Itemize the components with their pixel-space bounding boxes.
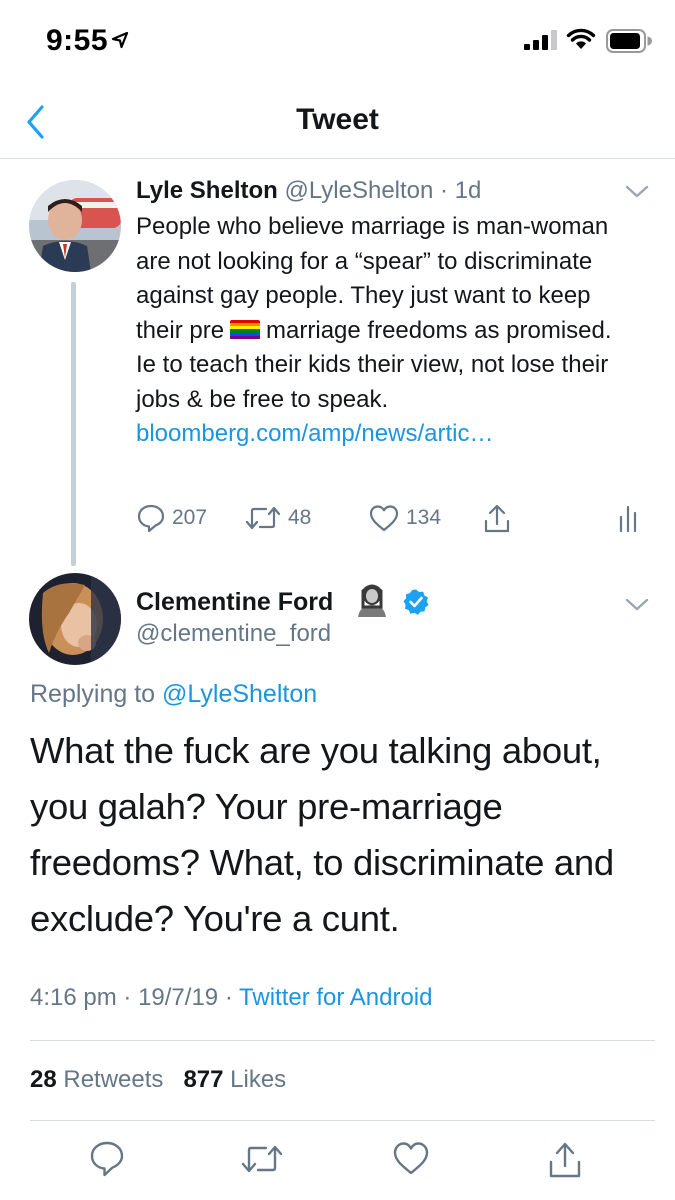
reply-tweet-text: What the fuck are you talking about, you…	[30, 730, 614, 939]
retweet-button[interactable]: 48	[244, 503, 311, 533]
likes-label: Likes	[230, 1066, 287, 1093]
reply-button[interactable]: 207	[136, 503, 207, 533]
tweet-source-link[interactable]: Twitter for Android	[239, 984, 432, 1011]
reply-tweet-actions	[0, 1140, 675, 1180]
share-up-arrow-icon[interactable]	[547, 1140, 583, 1180]
heart-icon	[369, 505, 399, 532]
status-time: 9:55	[46, 24, 109, 57]
avatar-lyle-shelton[interactable]	[29, 180, 121, 272]
reply-count: 207	[172, 506, 208, 529]
verified-badge-icon	[403, 589, 429, 615]
share-button[interactable]	[482, 503, 512, 535]
parent-tweet-age: 1d	[454, 177, 482, 204]
speech-bubble-icon	[137, 504, 165, 533]
separator-dot: ·	[433, 177, 455, 204]
share-up-arrow-icon	[484, 504, 510, 533]
tweet-date: 19/7/19	[138, 984, 219, 1011]
like-total: 877	[183, 1066, 224, 1093]
parent-more-chevron-down-icon[interactable]	[624, 184, 650, 200]
retweet-count: 48	[288, 506, 312, 529]
parent-tweet-actions: 207 48 134	[136, 503, 656, 539]
parent-tweet-header: Lyle Shelton @LyleShelton · 1d	[136, 177, 481, 205]
retweet-total: 28	[30, 1066, 57, 1093]
engagement-stats: 28 Retweets 877 Likes	[30, 1066, 286, 1094]
bar-chart-icon	[619, 505, 637, 533]
rainbow-flag-icon	[230, 319, 261, 340]
parent-tweet-link[interactable]: bloomberg.com/amp/news/artic…	[136, 420, 493, 447]
reply-author-name[interactable]: Clementine Ford	[136, 588, 333, 617]
reply-more-chevron-down-icon[interactable]	[624, 597, 650, 613]
retweets-stat[interactable]: 28 Retweets	[30, 1066, 163, 1093]
parent-tweet-text: People who believe marriage is man-woman…	[136, 210, 636, 452]
like-count: 134	[406, 506, 442, 529]
wifi-icon	[566, 28, 596, 49]
likes-stat[interactable]: 877 Likes	[183, 1066, 286, 1093]
divider	[30, 1120, 655, 1121]
divider	[30, 1040, 655, 1041]
status-bar: 9:55	[0, 0, 675, 80]
replying-to-line: Replying to @LyleShelton	[30, 680, 317, 709]
thread-connector-line	[71, 282, 76, 566]
battery-icon	[606, 29, 652, 53]
replying-to-handle-link[interactable]: @LyleShelton	[162, 680, 317, 708]
retweet-arrows-icon	[245, 506, 281, 530]
retweets-label: Retweets	[63, 1066, 164, 1093]
parent-author-name[interactable]: Lyle Shelton	[136, 177, 278, 204]
tweet-metadata: 4:16 pm · 19/7/19 · Twitter for Android	[30, 984, 432, 1012]
retweet-arrows-icon[interactable]	[240, 1140, 284, 1178]
meta-separator-1: ·	[123, 984, 132, 1011]
avatar-clementine-ford[interactable]	[29, 573, 121, 665]
woman-emoji-icon	[358, 584, 386, 617]
parent-author-handle[interactable]: @LyleShelton	[284, 177, 433, 204]
nav-header: Tweet	[0, 82, 675, 159]
meta-separator-2: ·	[224, 984, 233, 1011]
heart-icon[interactable]	[392, 1140, 430, 1176]
reply-speech-bubble-icon[interactable]	[89, 1140, 125, 1178]
page-title: Tweet	[296, 103, 379, 136]
replying-to-prefix: Replying to	[30, 680, 163, 708]
cellular-signal-icon	[524, 30, 557, 50]
tweet-time: 4:16 pm	[30, 984, 117, 1011]
like-button[interactable]: 134	[368, 503, 441, 533]
analytics-button[interactable]	[616, 503, 642, 533]
location-arrow-icon	[111, 31, 129, 49]
reply-author-handle[interactable]: @clementine_ford	[136, 620, 331, 648]
